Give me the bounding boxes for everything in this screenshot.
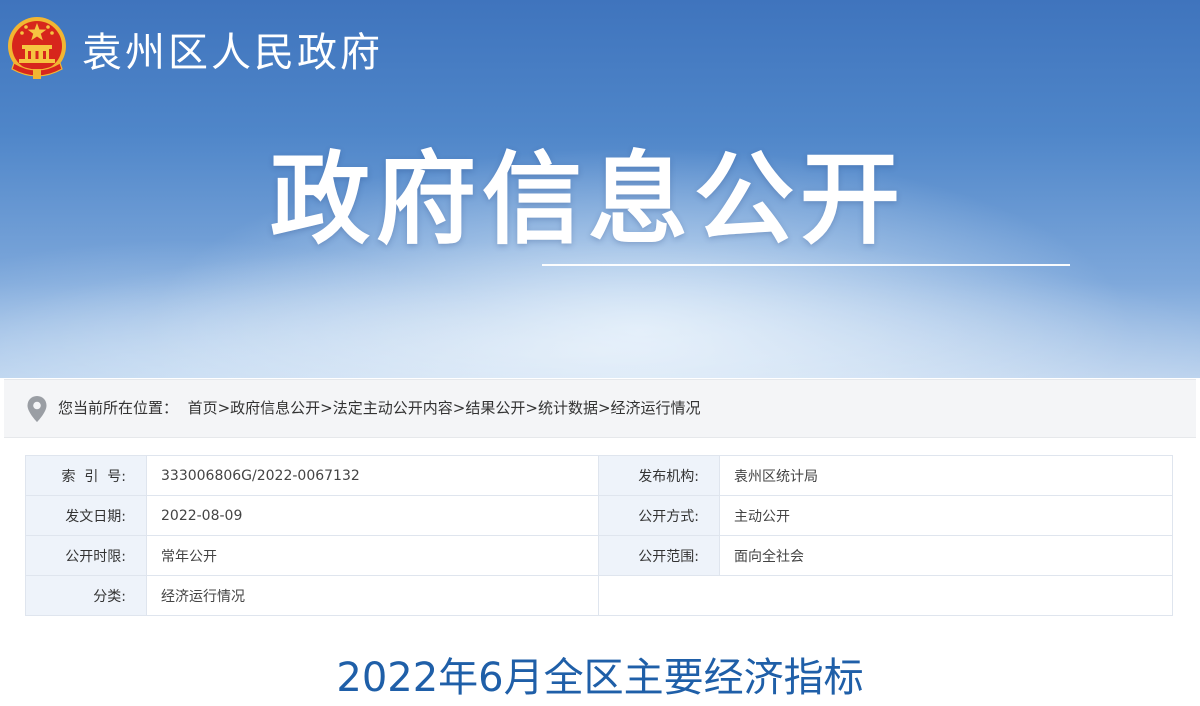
- hero-underline: [542, 264, 1070, 266]
- index-number-value: 333006806G/2022-0067132: [146, 455, 599, 496]
- publisher-label: 发布机构:: [598, 455, 720, 496]
- disclosure-method-value: 主动公开: [719, 495, 1173, 536]
- breadcrumb-item-info-disclosure[interactable]: 政府信息公开: [230, 399, 320, 417]
- document-meta-table: 索 引 号: 333006806G/2022-0067132 发布机构: 袁州区…: [25, 455, 1173, 616]
- empty-cell: [598, 575, 1173, 616]
- breadcrumb-separator: >: [217, 399, 231, 417]
- issue-date-value: 2022-08-09: [146, 495, 599, 536]
- hero-title: 政府信息公开: [270, 141, 906, 258]
- issue-date-label: 发文日期:: [25, 495, 147, 536]
- disclosure-scope-value: 面向全社会: [719, 535, 1173, 576]
- table-row: 分类: 经济运行情况: [25, 575, 1173, 616]
- government-name[interactable]: 袁州区人民政府: [82, 25, 383, 81]
- table-row: 索 引 号: 333006806G/2022-0067132 发布机构: 袁州区…: [25, 455, 1173, 496]
- breadcrumb-separator: >: [597, 399, 611, 417]
- disclosure-period-value: 常年公开: [146, 535, 599, 576]
- table-row: 发文日期: 2022-08-09 公开方式: 主动公开: [25, 495, 1173, 536]
- breadcrumb: 您当前所在位置： 首页>政府信息公开>法定主动公开内容>结果公开>统计数据>经济…: [4, 379, 1196, 438]
- breadcrumb-item-home[interactable]: 首页: [188, 399, 218, 417]
- breadcrumb-item-statutory-content[interactable]: 法定主动公开内容: [333, 399, 453, 417]
- disclosure-method-label: 公开方式:: [598, 495, 720, 536]
- breadcrumb-text: 您当前所在位置： 首页>政府信息公开>法定主动公开内容>结果公开>统计数据>经济…: [58, 398, 701, 418]
- breadcrumb-separator: >: [452, 399, 466, 417]
- breadcrumb-separator: >: [320, 399, 333, 417]
- location-pin-icon: [27, 396, 47, 422]
- national-emblem-icon: [8, 17, 66, 79]
- breadcrumb-label: 您当前所在位置：: [58, 399, 179, 417]
- table-row: 公开时限: 常年公开 公开范围: 面向全社会: [25, 535, 1173, 576]
- article-title: 2022年6月全区主要经济指标: [336, 655, 864, 701]
- breadcrumb-item-economic-operation[interactable]: 经济运行情况: [611, 399, 701, 417]
- publisher-value: 袁州区统计局: [719, 455, 1173, 496]
- breadcrumb-item-statistics[interactable]: 统计数据: [538, 399, 598, 417]
- header-banner: 袁州区人民政府 政府信息公开: [0, 0, 1200, 378]
- category-value: 经济运行情况: [146, 575, 599, 616]
- breadcrumb-separator: >: [525, 399, 538, 417]
- index-number-label: 索 引 号:: [25, 455, 147, 496]
- disclosure-period-label: 公开时限:: [25, 535, 147, 576]
- disclosure-scope-label: 公开范围:: [598, 535, 720, 576]
- breadcrumb-item-results[interactable]: 结果公开: [465, 399, 525, 417]
- category-label: 分类:: [25, 575, 147, 616]
